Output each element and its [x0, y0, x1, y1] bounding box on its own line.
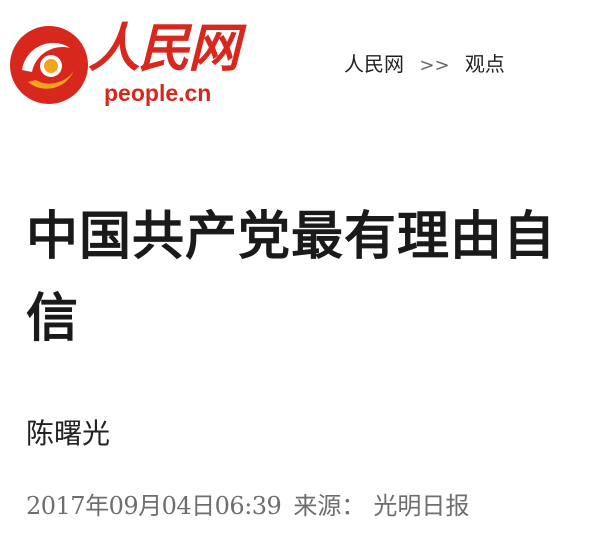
- logo-domain: people.cn: [104, 80, 212, 106]
- site-logo[interactable]: 人民网 people.cn: [8, 18, 248, 108]
- source-label: 来源：: [293, 492, 366, 520]
- publish-datetime: 2017年09月04日06:39: [26, 492, 282, 520]
- people-daily-logo-icon: [10, 26, 88, 104]
- breadcrumb-section-link[interactable]: 观点: [465, 52, 505, 76]
- article-author: 陈曙光: [26, 417, 111, 450]
- logo-wordmark: 人民网: [88, 18, 240, 79]
- breadcrumb-separator: >>: [419, 55, 450, 76]
- breadcrumb-home-link[interactable]: 人民网: [344, 52, 404, 76]
- site-header: 人民网 people.cn 人民网 >> 观点: [0, 0, 599, 120]
- article-title: 中国共产党最有理由自信: [26, 207, 557, 349]
- article-meta: 2017年09月04日06:39 来源： 光明日报: [26, 488, 469, 524]
- source-name: 光明日报: [373, 492, 470, 520]
- breadcrumb: 人民网 >> 观点: [344, 50, 505, 80]
